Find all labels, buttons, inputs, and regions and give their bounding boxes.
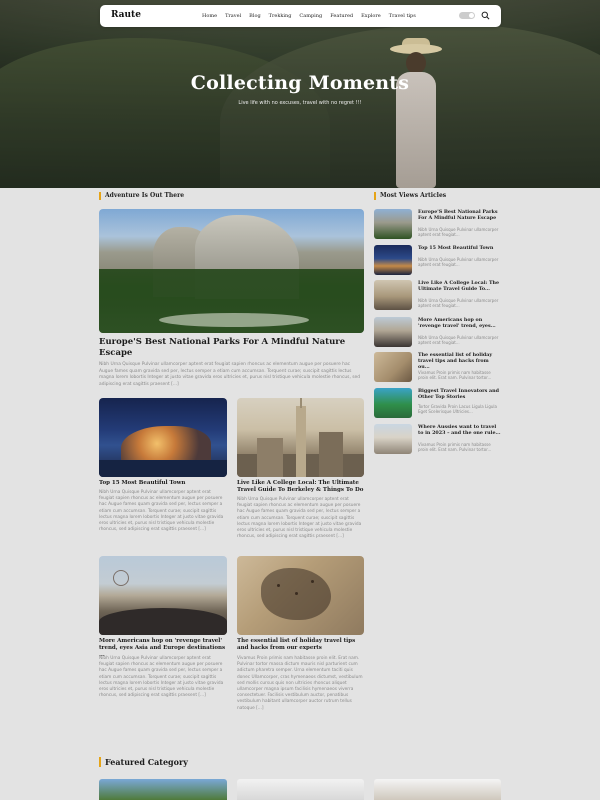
sidebar-article-title[interactable]: Biggest Travel Innovators and Other Top …	[418, 388, 501, 400]
sidebar-thumbnail[interactable]	[374, 352, 412, 382]
search-icon[interactable]	[481, 11, 490, 20]
section-heading-featured-category: Featured Category	[99, 757, 188, 767]
sidebar-thumbnail[interactable]	[374, 424, 412, 454]
article-excerpt: Nibh Urna Quisque Pulvinar ullamcorper a…	[99, 362, 361, 387]
sidebar-article[interactable]: Where Aussies want to travel to in 2023 …	[374, 424, 501, 456]
section-heading-adventure: Adventure Is Out There	[99, 192, 184, 200]
menu-item-featured[interactable]: Featured	[330, 13, 353, 19]
article-title[interactable]: Europe'S Best National Parks For A Mindf…	[99, 337, 364, 359]
sidebar-article[interactable]: Top 15 Most Beautiful Town Nibh Urna Qui…	[374, 245, 501, 277]
menu-item-travel[interactable]: Travel	[225, 13, 241, 19]
article-excerpt: Nibh Urna Quisque Pulvinar ullamcorper a…	[237, 497, 362, 540]
menu-item-home[interactable]: Home	[202, 13, 217, 19]
sidebar-thumbnail[interactable]	[374, 209, 412, 239]
section-heading-most-viewed: Most Views Articles	[374, 192, 446, 200]
sidebar-thumbnail[interactable]	[374, 388, 412, 418]
menu-item-blog[interactable]: Blog	[249, 13, 260, 19]
menu-item-camping[interactable]: Camping	[299, 13, 322, 19]
sidebar-article-excerpt: Nibh Urna Quisque Pulvinar ullamcorper a…	[418, 298, 499, 309]
sidebar-thumbnail[interactable]	[374, 280, 412, 310]
dark-mode-toggle[interactable]	[459, 12, 475, 19]
article-excerpt: Nibh Urna Quisque Pulvinar ullamcorper a…	[99, 656, 224, 699]
sidebar-article-excerpt: Tortor Gravida Proin Lacus Ligula Ligula…	[418, 404, 497, 415]
article-image-map[interactable]	[237, 556, 364, 635]
sidebar-article-title[interactable]: More Americans hop on 'revenge travel' t…	[418, 317, 501, 329]
hero-subtitle: Live life with no excuses, travel with n…	[238, 100, 362, 106]
sidebar-thumbnail[interactable]	[374, 245, 412, 275]
article-title[interactable]: Live Like A College Local: The Ultimate …	[237, 480, 364, 494]
menu-item-travel-tips[interactable]: Travel tips	[389, 13, 416, 19]
article-image-national-parks[interactable]	[99, 209, 364, 333]
hero-banner: Collecting Moments Live life with no exc…	[0, 0, 600, 188]
sidebar-article[interactable]: The essential list of holiday travel tip…	[374, 352, 501, 384]
featured-category-card[interactable]	[237, 779, 364, 800]
article-excerpt: Vivamus Proin primis nam habitasse proin…	[237, 656, 363, 711]
sidebar-article-title[interactable]: Top 15 Most Beautiful Town	[418, 245, 501, 251]
article-image-town[interactable]	[99, 398, 227, 477]
sidebar-article[interactable]: More Americans hop on 'revenge travel' t…	[374, 317, 501, 349]
hero-title: Collecting Moments	[190, 72, 410, 94]
hero-traveler-figure	[388, 38, 444, 188]
featured-category-card[interactable]	[99, 779, 227, 800]
menu-item-trekking[interactable]: Trekking	[269, 13, 292, 19]
sidebar-article-title[interactable]: Live Like A College Local: The Ultimate …	[418, 280, 501, 292]
sidebar-article-excerpt: Nibh Urna Quisque Pulvinar ullamcorper a…	[418, 257, 499, 268]
article-title[interactable]: Top 15 Most Beautiful Town	[99, 480, 227, 487]
article-excerpt: Nibh Urna Quisque Pulvinar ullamcorper a…	[99, 490, 224, 533]
top-navbar: Raute Home Travel Blog Trekking Camping …	[100, 5, 501, 27]
sidebar-article[interactable]: Europe'S Best National Parks For A Mindf…	[374, 209, 501, 241]
sidebar-article-excerpt: Vivamus Proin primis nam habitasse proin…	[418, 442, 492, 453]
sidebar-article-excerpt: Vivamus Proin primis nam habitasse proin…	[418, 370, 492, 381]
main-menu: Home Travel Blog Trekking Camping Featur…	[202, 13, 416, 19]
sidebar-article-excerpt: Nibh Urna Quisque Pulvinar ullamcorper a…	[418, 335, 499, 346]
article-image-city[interactable]	[237, 398, 364, 477]
sidebar-article-excerpt: Nibh Urna Quisque Pulvinar ullamcorper a…	[418, 227, 499, 238]
sidebar-thumbnail[interactable]	[374, 317, 412, 347]
hero-overlay	[0, 0, 600, 188]
article-title[interactable]: The essential list of holiday travel tip…	[237, 638, 364, 652]
sidebar-article-title[interactable]: Where Aussies want to travel to in 2023 …	[418, 424, 501, 436]
site-logo[interactable]: Raute	[111, 10, 141, 20]
article-image-crowd-pier[interactable]	[99, 556, 227, 635]
sidebar-article-title[interactable]: Europe'S Best National Parks For A Mindf…	[418, 209, 501, 221]
sidebar-article[interactable]: Live Like A College Local: The Ultimate …	[374, 280, 501, 312]
menu-item-explore[interactable]: Explore	[361, 13, 381, 19]
sidebar-article-title[interactable]: The essential list of holiday travel tip…	[418, 352, 501, 370]
featured-category-card[interactable]	[374, 779, 501, 800]
sidebar-article[interactable]: Biggest Travel Innovators and Other Top …	[374, 388, 501, 420]
